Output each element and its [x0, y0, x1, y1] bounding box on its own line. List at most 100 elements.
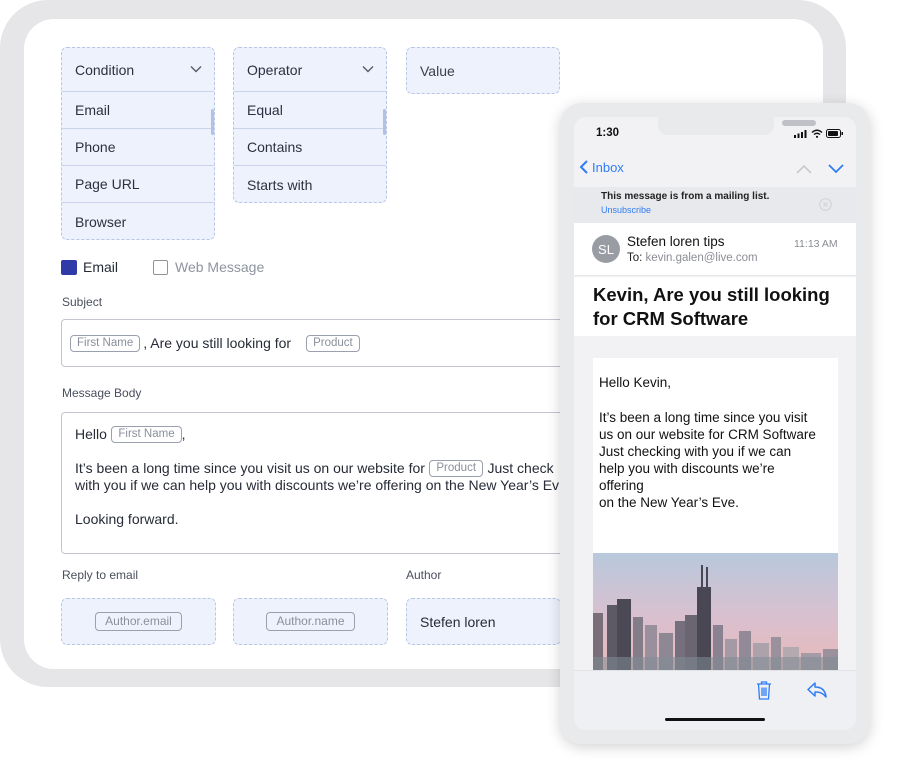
phone-screen: 1:30 Inbox This message is from a mailin… [574, 117, 856, 730]
home-indicator [665, 718, 765, 721]
operator-option-label: Starts with [247, 176, 313, 193]
email-body-line: help you with discounts we’re [599, 461, 775, 476]
chevron-down-icon[interactable] [828, 164, 844, 174]
email-body-line: offering [599, 478, 644, 493]
body-line-1-tail: Just check [487, 460, 554, 476]
trash-icon[interactable] [755, 680, 773, 700]
recipient-line: To: kevin.galen@live.com [627, 252, 758, 264]
message-subject: Kevin, Are you still looking for CRM Sof… [574, 277, 856, 336]
chevron-left-icon[interactable] [579, 159, 589, 175]
operator-dropdown-header[interactable]: Operator [234, 48, 386, 92]
operator-dropdown[interactable]: Operator Equal Contains Starts with [233, 47, 387, 203]
phone-frame: 1:30 Inbox This message is from a mailin… [560, 103, 870, 744]
author-value: Stefen loren [420, 613, 496, 630]
first-name-token[interactable]: First Name [111, 426, 182, 444]
condition-option-page-url[interactable]: Page URL [62, 166, 214, 203]
condition-option-label: Page URL [75, 176, 140, 192]
web-message-checkbox[interactable]: Web Message [153, 259, 264, 275]
recipient-address: kevin.galen@live.com [645, 252, 758, 264]
reply-name-field[interactable]: Author.name [233, 598, 388, 645]
subject-text: , Are you still looking for [143, 335, 292, 351]
product-token[interactable]: Product [306, 334, 360, 352]
avatar-initials: SL [598, 241, 614, 257]
chevron-up-icon[interactable] [796, 164, 812, 174]
operator-option-label: Equal [247, 102, 283, 118]
close-circle-icon[interactable] [819, 198, 832, 211]
back-button-label: Inbox [592, 159, 624, 175]
reply-icon[interactable] [806, 681, 828, 699]
reply-to-label: Reply to email [62, 568, 139, 582]
checkbox-checked-icon[interactable] [61, 259, 77, 275]
message-header: SL Stefen loren tips To: kevin.galen@liv… [574, 223, 856, 276]
message-subject-text: Kevin, Are you still looking for CRM Sof… [593, 283, 830, 331]
city-skyline-image [593, 553, 838, 670]
condition-option-phone[interactable]: Phone [62, 129, 214, 166]
value-placeholder: Value [420, 62, 455, 79]
email-greeting: Hello Kevin, [599, 375, 672, 390]
received-time: 11:13 AM [794, 238, 838, 250]
subject-label: Subject [62, 295, 103, 309]
value-input[interactable]: Value [406, 47, 560, 94]
product-token[interactable]: Product [429, 460, 484, 478]
mailing-list-notice: This message is from a mailing list. [601, 191, 770, 202]
subject-line-1: Kevin, Are you still looking [593, 284, 830, 305]
operator-option-starts-with[interactable]: Starts with [234, 166, 386, 203]
reply-email-field[interactable]: Author.email [61, 598, 216, 645]
bottom-toolbar [574, 670, 856, 730]
battery-icon [826, 129, 843, 138]
back-to-inbox-button[interactable]: Inbox [579, 159, 624, 175]
condition-dropdown-label: Condition [75, 61, 135, 78]
operator-option-label: Contains [247, 139, 303, 155]
operator-dropdown-label: Operator [247, 61, 303, 78]
body-line-2: with you if we can help you with discoun… [75, 477, 560, 493]
condition-dropdown[interactable]: Condition Email Phone Page URL Browser [61, 47, 215, 240]
email-body-line: on the New Year’s Eve. [599, 495, 739, 510]
email-checkbox[interactable]: Email [61, 259, 118, 275]
first-name-token[interactable]: First Name [70, 334, 141, 352]
web-message-checkbox-label: Web Message [175, 259, 265, 275]
condition-dropdown-header[interactable]: Condition [62, 48, 214, 92]
body-line-1-text: It’s been a long time since you visit us… [75, 460, 425, 476]
body-greeting-line: Hello First Name, [75, 426, 185, 444]
message-body-label: Message Body [62, 386, 142, 400]
phone-notch [658, 117, 816, 135]
chevron-down-icon[interactable] [190, 65, 202, 73]
subject-line-2: for CRM Software [593, 308, 749, 329]
message-body-input[interactable]: Hello First Name, It’s been a long time … [61, 412, 581, 554]
body-hello-text: Hello [75, 426, 107, 442]
author-label: Author [406, 568, 442, 582]
phone-speaker [782, 120, 816, 126]
wifi-icon [811, 129, 823, 138]
body-line-1: It’s been a long time since you visit us… [75, 460, 554, 478]
condition-option-email[interactable]: Email [62, 92, 214, 129]
email-body-line: Just checking with you if we can [599, 444, 792, 459]
condition-option-label: Browser [75, 213, 127, 230]
operator-option-contains[interactable]: Contains [234, 129, 386, 166]
condition-scrollbar[interactable] [211, 109, 214, 135]
body-closing: Looking forward. [75, 511, 179, 527]
body-comma: , [181, 426, 186, 442]
avatar: SL [592, 235, 620, 263]
email-body-text: It’s been a long time since you visit us… [599, 409, 816, 511]
condition-option-label: Email [75, 102, 111, 118]
email-body-card: Hello Kevin, It’s been a long time since… [593, 358, 838, 557]
email-checkbox-label: Email [83, 259, 119, 275]
email-body-line: It’s been a long time since you visit [599, 410, 808, 425]
to-label: To: [627, 252, 643, 264]
author-field[interactable]: Stefen loren [406, 598, 561, 645]
email-body-line: us on our website for CRM Software [599, 427, 816, 442]
signal-icon [794, 130, 807, 138]
checkbox-unchecked-icon[interactable] [153, 259, 168, 275]
operator-option-equal[interactable]: Equal [234, 92, 386, 129]
condition-option-label: Phone [75, 139, 116, 155]
operator-scrollbar[interactable] [383, 109, 386, 135]
chevron-down-icon[interactable] [362, 65, 374, 73]
condition-option-browser[interactable]: Browser [62, 203, 214, 240]
mailing-list-banner: This message is from a mailing list. Uns… [574, 187, 856, 223]
status-time: 1:30 [596, 127, 620, 139]
author-name-token[interactable]: Author.name [266, 612, 355, 631]
sender-name: Stefen loren tips [627, 234, 725, 249]
author-email-token[interactable]: Author.email [95, 612, 182, 631]
subject-input[interactable]: First Name , Are you still looking for P… [61, 319, 581, 367]
unsubscribe-link[interactable]: Unsubscribe [601, 205, 651, 215]
